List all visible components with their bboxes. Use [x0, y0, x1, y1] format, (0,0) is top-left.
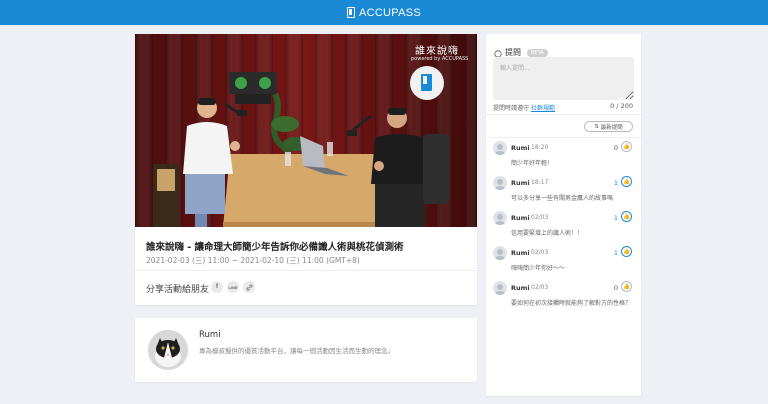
avatar[interactable] — [493, 246, 507, 260]
sort-latest-button[interactable]: ⇅ 最新提問 — [584, 121, 633, 132]
avatar[interactable] — [493, 141, 507, 155]
accupass-logo[interactable]: ACCUPASS — [346, 6, 422, 19]
thumbs-up-icon[interactable]: 👍 — [621, 281, 632, 292]
divider — [486, 114, 641, 115]
question-time: 18:17 — [531, 179, 549, 186]
divider — [486, 137, 641, 138]
community-rules-link[interactable]: 社群規範 — [531, 105, 555, 112]
char-count: 0 / 200 — [610, 102, 633, 110]
question-text: 簡少年好年輕！ — [511, 160, 554, 167]
question-text: 嗨嗨簡少年你好～～ — [511, 265, 566, 272]
host-name[interactable]: Rumi — [199, 330, 221, 340]
question-time: 02/03 — [531, 249, 549, 256]
question-item: Rumi 18:20 0 👍 簡少年好年輕！ — [493, 141, 634, 177]
like-count: 0 — [613, 284, 618, 292]
top-bar: ACCUPASS — [0, 0, 768, 25]
qa-rules: 提問時請遵守 社群規範 — [493, 103, 555, 112]
question-author: Rumi — [511, 214, 530, 222]
question-author: Rumi — [511, 144, 530, 152]
question-text: 可以多分享一些有關男金鷹人的故事嗎 — [511, 195, 614, 202]
host-card: Rumi 專為模叔擬供的優質活動平台，讓每一個活動因生活而生動的理念。 — [135, 318, 477, 382]
question-item: Rumi 02/03 0 👍 要如何在初次接觸時就能夠了解對方的性格？ — [493, 281, 634, 325]
host-avatar[interactable] — [148, 330, 188, 370]
like-count: 1 — [613, 249, 618, 257]
event-date: 2021-02-03 (三) 11:00 ~ 2021-02-10 (三) 11… — [146, 256, 360, 265]
link-icon[interactable] — [243, 281, 255, 293]
question-item: Rumi 02/03 1 👍 嗨嗨簡少年你好～～ — [493, 246, 634, 282]
question-author: Rumi — [511, 249, 530, 257]
question-item: Rumi 18:17 1 👍 可以多分享一些有關男金鷹人的故事嗎 — [493, 176, 634, 212]
avatar[interactable] — [493, 211, 507, 225]
question-author: Rumi — [511, 179, 530, 187]
avatar[interactable] — [493, 176, 507, 190]
question-time: 02/03 — [531, 284, 549, 291]
sort-label: 最新提問 — [600, 124, 623, 131]
thumbs-up-icon[interactable]: 👍 — [621, 141, 632, 152]
avatar[interactable] — [493, 281, 507, 295]
brand-name: ACCUPASS — [358, 6, 422, 19]
share-label: 分享活動給朋友 — [146, 285, 210, 295]
line-icon[interactable]: LINE — [227, 281, 239, 293]
question-text: 信用要緊增上的識人術！！ — [511, 230, 584, 237]
question-text: 要如何在初次接觸時就能夠了解對方的性格？ — [511, 300, 632, 307]
divider — [135, 270, 477, 271]
question-time: 02/03 — [531, 214, 549, 221]
question-author: Rumi — [511, 284, 530, 292]
question-input[interactable] — [493, 57, 634, 100]
accupass-logo-icon — [346, 7, 355, 18]
question-item: Rumi 02/03 1 👍 信用要緊增上的識人術！！ — [493, 211, 634, 247]
share-icons: f LINE — [211, 281, 255, 293]
event-card: 誰來說嗨 powered by ACCUPASS 誰來說嗨 - 讓命理大師簡少年… — [135, 34, 477, 305]
event-title: 誰來說嗨 - 讓命理大師簡少年告訴你必備識人術與桃花偵測術 — [146, 242, 404, 253]
sort-icon: ⇅ — [594, 123, 599, 130]
question-time: 18:20 — [531, 144, 549, 151]
cover-brand-text: 誰來說嗨 — [415, 46, 459, 57]
cover-brand-sub: powered by ACCUPASS — [411, 56, 469, 62]
event-cover-image: 誰來說嗨 powered by ACCUPASS — [135, 34, 477, 227]
qa-rules-prefix: 提問時請遵守 — [493, 105, 530, 112]
like-count: 1 — [613, 179, 618, 187]
thumbs-up-icon[interactable]: 👍 — [621, 176, 632, 187]
facebook-icon[interactable]: f — [211, 281, 223, 293]
host-description: 專為模叔擬供的優質活動平台，讓每一個活動因生活而生動的理念。 — [199, 347, 394, 355]
thumbs-up-icon[interactable]: 👍 — [621, 211, 632, 222]
thumbs-up-icon[interactable]: 👍 — [621, 246, 632, 257]
beta-badge: BETA — [527, 48, 548, 57]
like-count: 1 — [613, 214, 618, 222]
like-count: 0 — [613, 144, 618, 152]
qa-panel: 提問 BETA 提問時請遵守 社群規範 0 / 200 ⇅ 最新提問 Rumi … — [486, 34, 641, 396]
